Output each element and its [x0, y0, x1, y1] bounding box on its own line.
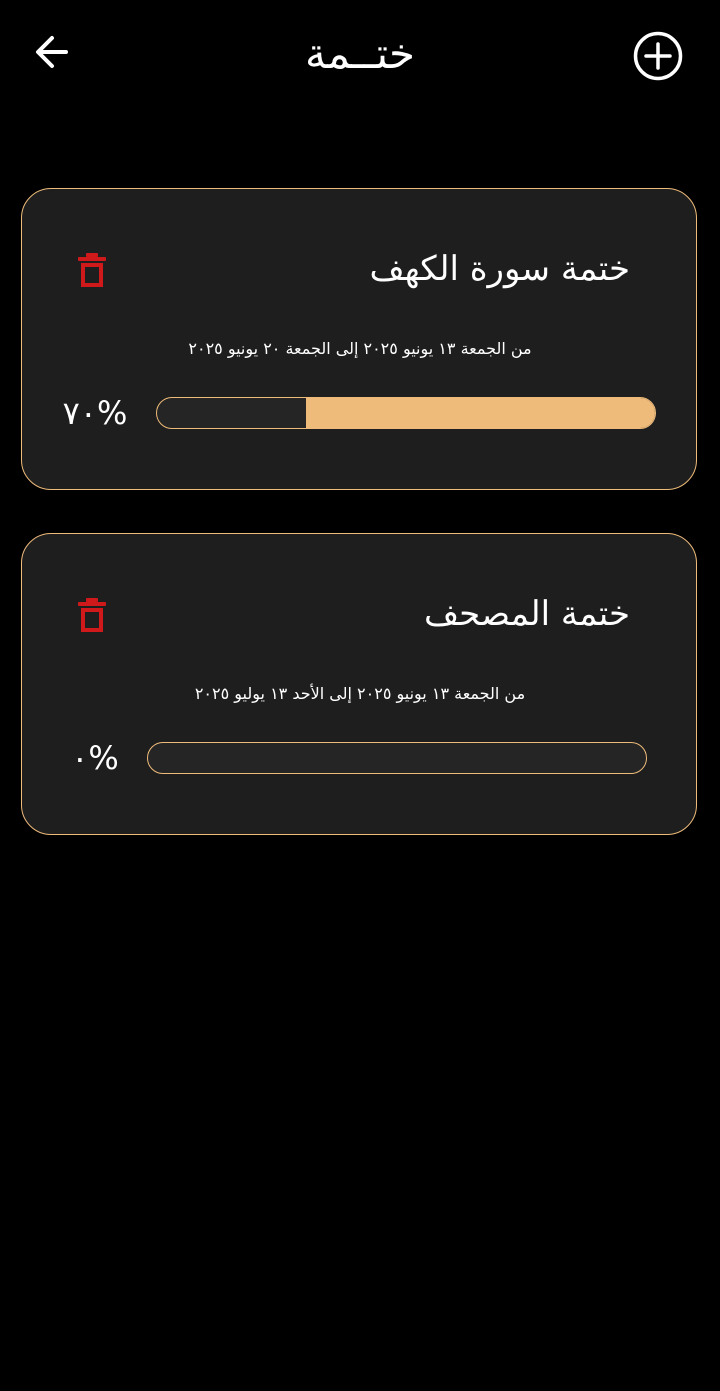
- trash-icon: [78, 253, 106, 287]
- khatma-card[interactable]: ختمة سورة الكهف من الجمعة ١٣ يونيو ٢٠٢٥ …: [21, 188, 697, 490]
- plus-circle-icon: [633, 31, 683, 81]
- progress-fill: [306, 398, 655, 428]
- khatma-card[interactable]: ختمة المصحف من الجمعة ١٣ يونيو ٢٠٢٥ إلى …: [21, 533, 697, 835]
- date-range: من الجمعة ١٣ يونيو ٢٠٢٥ إلى الأحد ١٣ يول…: [194, 684, 526, 703]
- date-range: من الجمعة ١٣ يونيو ٢٠٢٥ إلى الجمعة ٢٠ يو…: [188, 339, 532, 358]
- progress-percent: ٠%: [71, 739, 119, 777]
- arrow-left-icon: [36, 36, 68, 68]
- progress-bar: [147, 742, 647, 774]
- app-header: ختــمة: [0, 0, 720, 110]
- add-khatma-button[interactable]: [630, 28, 686, 84]
- delete-button[interactable]: [74, 251, 110, 291]
- progress-percent: ٧٠%: [62, 394, 128, 432]
- page-title: ختــمة: [304, 29, 416, 78]
- back-button[interactable]: [28, 28, 76, 76]
- trash-icon: [78, 598, 106, 632]
- delete-button[interactable]: [74, 596, 110, 636]
- khatma-title: ختمة سورة الكهف: [369, 249, 630, 289]
- progress-bar: [156, 397, 656, 429]
- khatma-title: ختمة المصحف: [423, 594, 630, 634]
